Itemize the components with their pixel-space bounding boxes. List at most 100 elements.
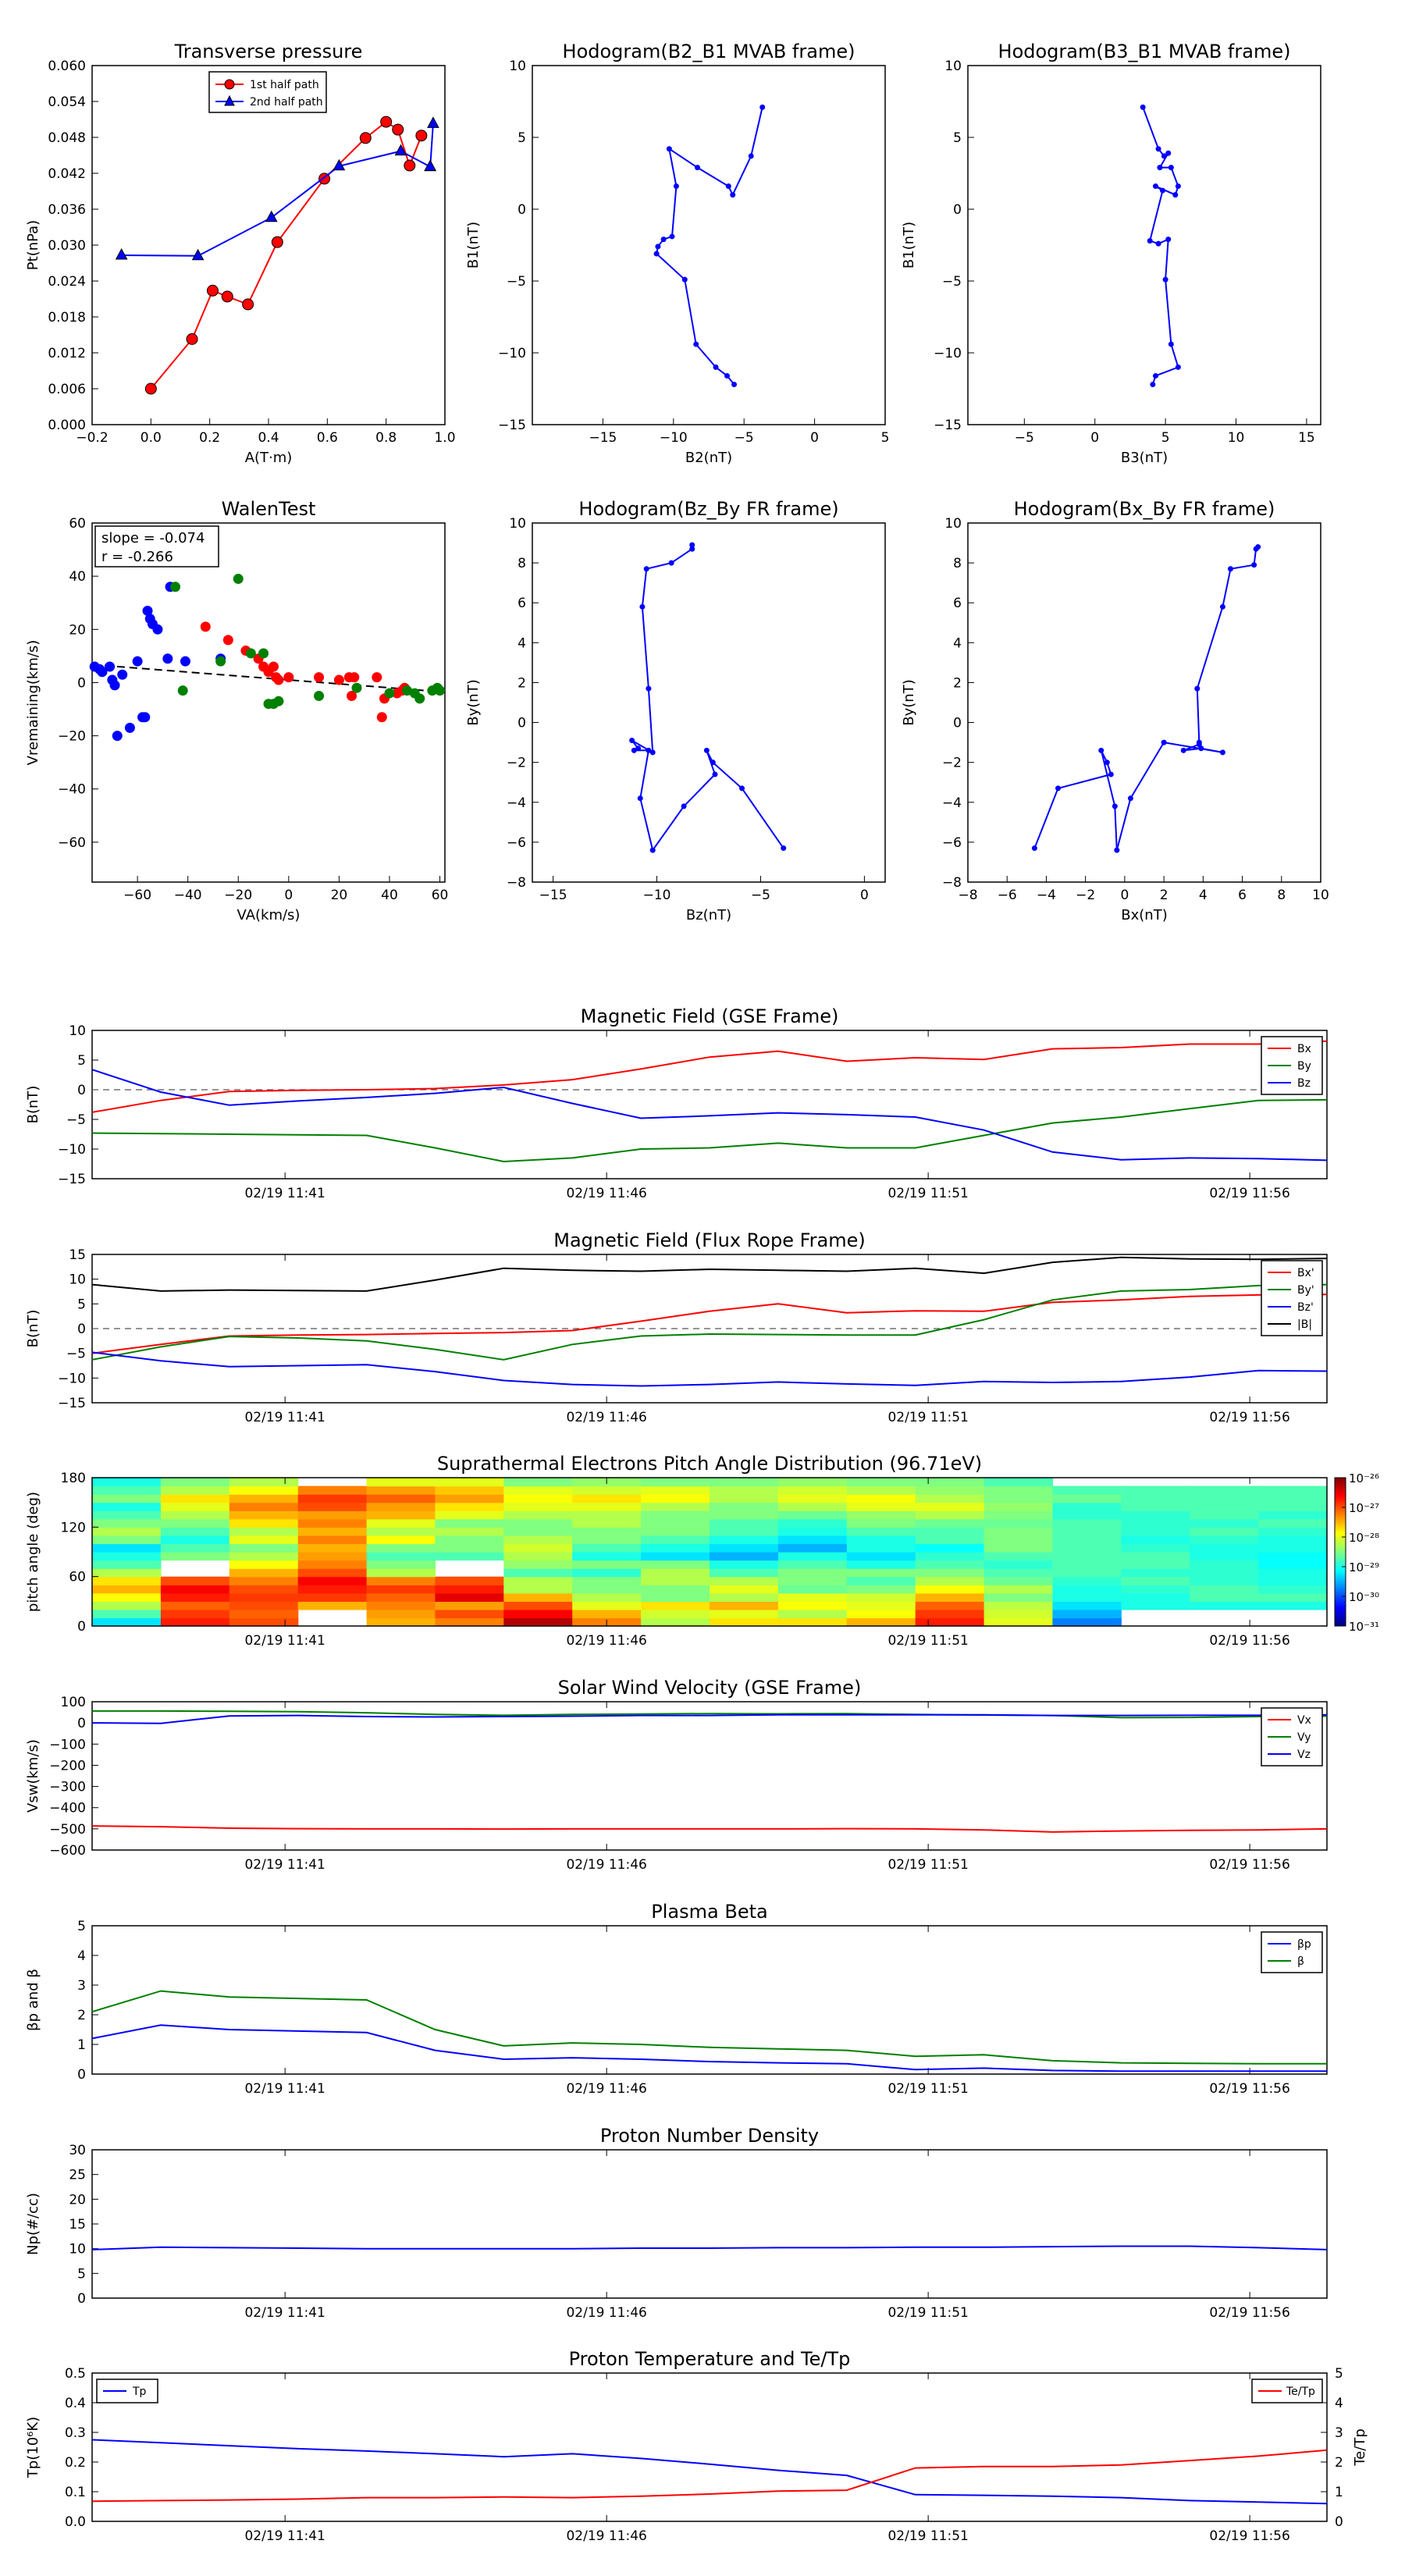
heatmap-cell <box>984 1560 1054 1569</box>
data-point <box>109 680 120 691</box>
y-tick-label: 3 <box>77 1978 86 1994</box>
heatmap-cell <box>1258 1601 1328 1610</box>
heatmap-cell <box>435 1617 504 1627</box>
data-point <box>1150 381 1156 387</box>
time-tick-label: 02/19 11:51 <box>887 1410 968 1425</box>
x-tick-label: 6 <box>1238 888 1247 903</box>
x-axis-label: Bz(nT) <box>686 907 731 923</box>
heatmap-cell <box>1052 1576 1122 1585</box>
chart-h3: Hodogram(Bz_By FR frame) −8 −6 −4 −2 0 2 4 6 8 10 −… <box>465 498 886 923</box>
y-tick-label: 0 <box>953 716 962 731</box>
data-point <box>1219 603 1225 610</box>
heatmap-cell <box>777 1535 848 1545</box>
y-tick-label: 40 <box>69 569 86 585</box>
data-point <box>1168 341 1174 347</box>
heatmap-cell <box>435 1485 504 1495</box>
data-point <box>1098 747 1104 753</box>
data-point <box>144 382 157 395</box>
series-line <box>91 2449 1328 2503</box>
y-tick-label: 8 <box>953 556 962 571</box>
heatmap-cell <box>92 1601 162 1610</box>
heatmap-cell <box>846 1478 916 1487</box>
data-point <box>629 738 635 744</box>
heatmap-cell <box>572 1592 642 1602</box>
heatmap-cell <box>297 1560 368 1569</box>
time-tick-label: 02/19 11:51 <box>887 2528 968 2544</box>
data-point <box>653 251 660 257</box>
legend-label: 2nd half path <box>250 96 323 109</box>
y-tick-label: −60 <box>58 835 86 851</box>
data-point <box>1162 276 1168 283</box>
y-tick-label: 10 <box>509 516 526 532</box>
y-axis-label: B(nT) <box>25 1086 41 1124</box>
heatmap-cell <box>641 1494 710 1503</box>
data-point <box>206 284 219 297</box>
heatmap-cell <box>572 1535 642 1545</box>
plot-frame <box>91 1030 1328 1179</box>
chart-np: Proton Number Density 0 5 10 15 20 25 30 02/19 1… <box>25 2125 1328 2321</box>
heatmap-cell <box>229 1527 299 1536</box>
legend-label: Tp <box>132 2386 147 2398</box>
y-tick-label: 5 <box>77 1919 86 1934</box>
heatmap-cell <box>92 1535 162 1545</box>
x-tick-label: 0 <box>810 430 819 446</box>
y-tick-label: 5 <box>77 2266 86 2282</box>
heatmap-cell <box>297 1585 368 1594</box>
y-tick-label: 4 <box>77 1948 86 1964</box>
legend-marker <box>224 79 235 90</box>
data-point <box>1055 785 1062 792</box>
heatmap-cell <box>229 1535 299 1545</box>
series-line <box>91 1825 1328 1833</box>
y-tick-label: −400 <box>49 1801 86 1816</box>
data-point <box>1160 187 1166 194</box>
x-tick-label: 10 <box>1312 888 1329 903</box>
legend-label: Bz <box>1297 1077 1311 1090</box>
data-point <box>655 244 661 250</box>
data-point <box>1172 192 1179 198</box>
heatmap-cell <box>710 1518 779 1528</box>
data-point <box>759 104 766 110</box>
x-axis-label: B3(nT) <box>1121 450 1168 466</box>
heatmap-cell <box>503 1518 573 1528</box>
data-point <box>725 183 731 190</box>
data-point <box>639 603 646 610</box>
heatmap-cell <box>777 1485 848 1495</box>
x-tick-label: 5 <box>1161 430 1170 446</box>
heatmap-cell <box>984 1535 1054 1545</box>
data-point <box>200 621 211 632</box>
heatmap-cell <box>297 1494 368 1503</box>
heatmap-cell <box>777 1592 848 1602</box>
x-tick-label: 0 <box>1090 430 1099 446</box>
y-tick-label: 0.036 <box>48 202 86 218</box>
x-tick-label: −8 <box>958 888 977 903</box>
heatmap-cell <box>710 1592 779 1602</box>
heatmap-cell <box>710 1576 779 1585</box>
heatmap-cell <box>846 1494 916 1503</box>
heatmap-cell <box>572 1609 642 1619</box>
heatmap-cell <box>846 1518 916 1528</box>
data-point <box>221 290 233 303</box>
x-axis-label: B2(nT) <box>685 450 732 466</box>
heatmap-cell <box>1121 1502 1190 1511</box>
data-point <box>1157 165 1163 171</box>
heatmap-cell <box>777 1601 848 1610</box>
colorbar-label: 10⁻²⁶ <box>1349 1471 1379 1485</box>
heatmap-cell <box>846 1617 916 1627</box>
legend-label: By' <box>1297 1284 1314 1297</box>
heatmap-cell <box>297 1543 368 1553</box>
heatmap-cell <box>641 1617 710 1627</box>
legend-label: βp <box>1297 1938 1311 1951</box>
heatmap-cell <box>503 1552 573 1561</box>
heatmap-cell <box>1121 1518 1190 1528</box>
heatmap-cell <box>777 1552 848 1561</box>
heatmap-cell <box>984 1502 1054 1511</box>
legend-label: Bz' <box>1297 1301 1314 1314</box>
heatmap-cell <box>503 1585 573 1594</box>
heatmap-cell <box>984 1510 1054 1520</box>
heatmap-cell <box>641 1535 710 1545</box>
heatmap-cell <box>1052 1527 1122 1536</box>
heatmap-cell <box>92 1617 162 1627</box>
data-point <box>384 688 395 699</box>
heatmap-cell <box>160 1494 230 1503</box>
y-tick-label: 10 <box>69 1023 86 1039</box>
